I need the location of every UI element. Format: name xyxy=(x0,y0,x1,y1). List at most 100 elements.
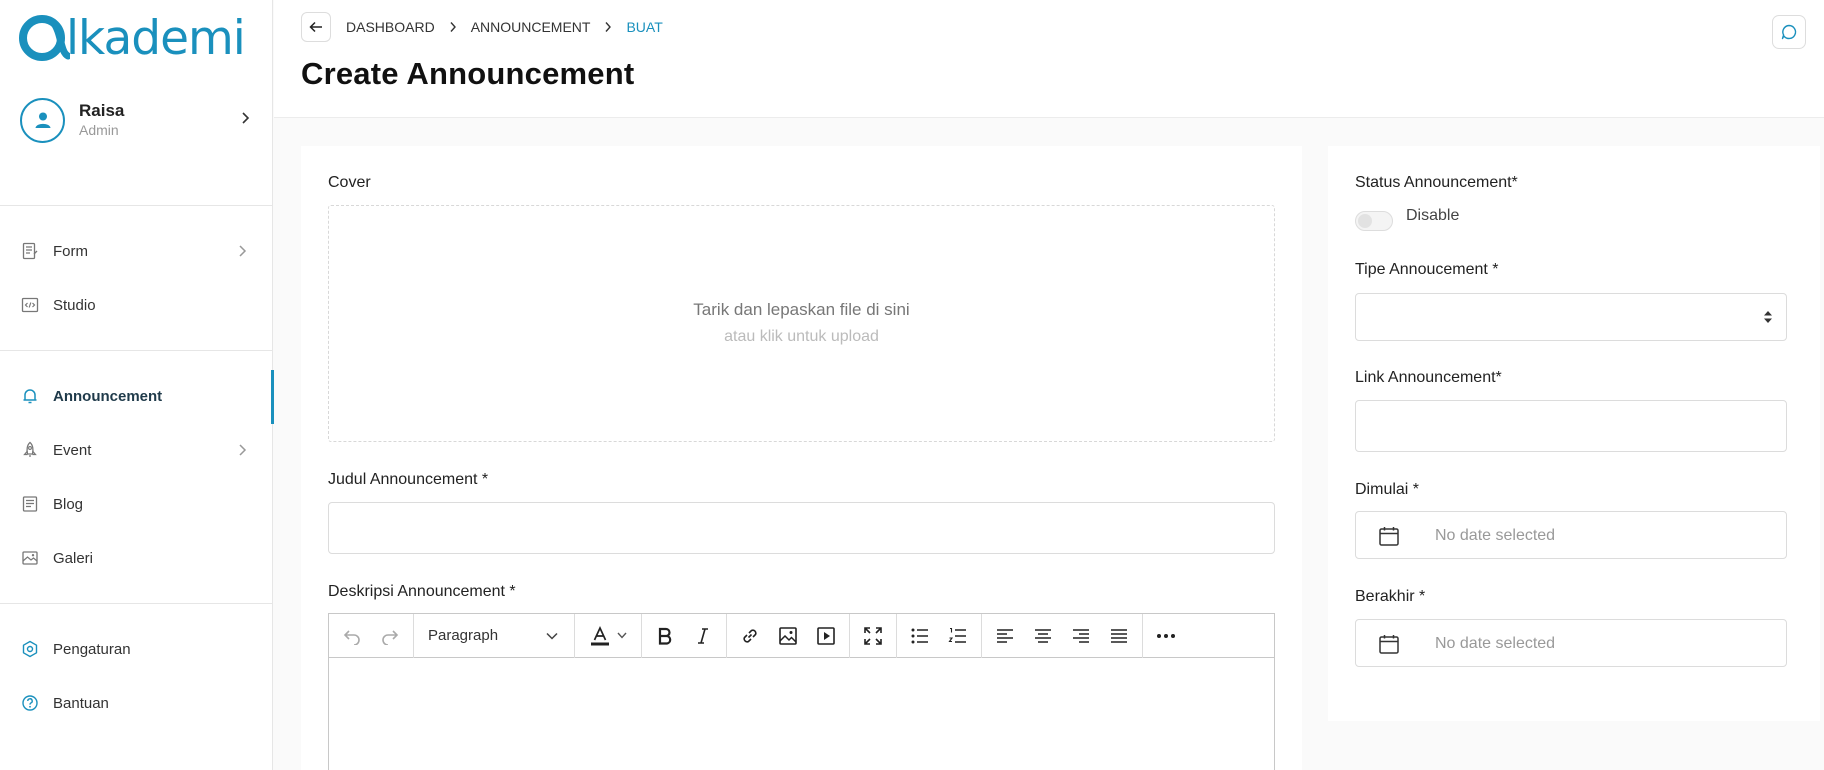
logo-mark xyxy=(18,12,72,64)
bell-icon xyxy=(21,387,39,405)
end-date-placeholder: No date selected xyxy=(1435,635,1556,652)
editor-content-area[interactable] xyxy=(329,658,1274,770)
dropzone-subtext: atau klik untuk upload xyxy=(724,328,879,345)
side-settings-card: Status Announcement* Disable Tipe Annouc… xyxy=(1328,146,1820,721)
sidebar-divider xyxy=(0,603,273,604)
chat-button[interactable] xyxy=(1772,15,1806,49)
status-toggle[interactable] xyxy=(1355,211,1393,231)
sidebar-item-label: Galeri xyxy=(53,549,94,567)
calendar-icon xyxy=(1379,635,1399,654)
sidebar-item-announcement[interactable]: Announcement xyxy=(0,370,274,424)
chevron-down-icon xyxy=(546,632,558,640)
more-options-button[interactable] xyxy=(1147,619,1185,653)
align-center-button[interactable] xyxy=(1024,619,1062,653)
page-header: DASHBOARD ANNOUNCEMENT BUAT Create Annou… xyxy=(274,0,1824,118)
chevron-right-icon xyxy=(240,111,250,130)
sidebar: lkademi Raisa Admin Form Studio Announce… xyxy=(0,0,274,770)
logo-text: lkademi xyxy=(66,10,246,66)
page-title: Create Announcement xyxy=(301,56,635,91)
sidebar-item-label: Form xyxy=(53,242,88,260)
sidebar-item-galeri[interactable]: Galeri xyxy=(0,538,273,578)
breadcrumb-buat: BUAT xyxy=(626,19,663,35)
align-justify-button[interactable] xyxy=(1100,619,1138,653)
form-icon xyxy=(21,242,39,260)
help-icon xyxy=(21,694,39,712)
editor-toolbar: Paragraph xyxy=(329,613,1274,658)
user-name: Raisa xyxy=(79,100,125,120)
chevron-right-icon xyxy=(604,21,612,33)
sidebar-item-studio[interactable]: Studio xyxy=(0,285,273,325)
start-date-label: Dimulai * xyxy=(1355,481,1420,498)
user-role: Admin xyxy=(79,122,119,139)
chevron-right-icon xyxy=(238,443,247,462)
align-left-button[interactable] xyxy=(986,619,1024,653)
type-select[interactable] xyxy=(1355,293,1787,341)
blog-icon xyxy=(21,495,39,513)
sidebar-item-label: Studio xyxy=(53,296,96,314)
breadcrumb-announcement[interactable]: ANNOUNCEMENT xyxy=(471,19,591,35)
settings-icon xyxy=(21,640,39,658)
cover-label: Cover xyxy=(328,174,371,191)
toggle-knob xyxy=(1358,214,1372,228)
cover-dropzone[interactable]: Tarik dan lepaskan file di sini atau kli… xyxy=(328,205,1275,442)
sidebar-item-form[interactable]: Form xyxy=(0,231,273,271)
redo-icon xyxy=(382,629,399,645)
sidebar-item-label: Blog xyxy=(53,495,84,513)
align-center-icon xyxy=(1035,628,1051,643)
block-format-value: Paragraph xyxy=(428,627,499,644)
bullet-list-button[interactable] xyxy=(901,619,939,653)
breadcrumb-dashboard[interactable]: DASHBOARD xyxy=(346,19,435,35)
link-button[interactable] xyxy=(731,619,769,653)
block-format-select[interactable]: Paragraph xyxy=(418,619,570,653)
title-input[interactable] xyxy=(328,502,1275,554)
breadcrumb: DASHBOARD ANNOUNCEMENT BUAT xyxy=(346,19,663,35)
sidebar-item-blog[interactable]: Blog xyxy=(0,484,273,524)
sidebar-item-label: Announcement xyxy=(53,387,163,405)
fullscreen-button[interactable] xyxy=(854,619,892,653)
align-left-icon xyxy=(997,628,1013,643)
description-label: Deskripsi Announcement * xyxy=(328,583,516,600)
avatar xyxy=(20,97,65,143)
end-date-label: Berakhir * xyxy=(1355,588,1426,605)
gallery-icon xyxy=(21,549,39,567)
rocket-icon xyxy=(21,441,39,459)
chat-icon xyxy=(1781,24,1797,40)
numbered-list-icon xyxy=(948,627,966,643)
align-right-icon xyxy=(1073,628,1089,643)
chevron-right-icon xyxy=(449,21,457,33)
sidebar-item-pengaturan[interactable]: Pengaturan xyxy=(0,629,273,669)
image-button[interactable] xyxy=(769,619,807,653)
undo-button[interactable] xyxy=(333,619,371,653)
sort-arrows-icon xyxy=(1764,311,1772,323)
chevron-right-icon xyxy=(238,244,247,263)
start-date-picker[interactable]: No date selected xyxy=(1355,511,1787,559)
sidebar-item-label: Pengaturan xyxy=(53,640,131,658)
status-label: Status Announcement* xyxy=(1355,174,1518,191)
sidebar-divider xyxy=(0,350,273,351)
title-label: Judul Announcement * xyxy=(328,471,489,488)
sidebar-item-bantuan[interactable]: Bantuan xyxy=(0,683,273,723)
bold-button[interactable] xyxy=(646,619,684,653)
align-justify-icon xyxy=(1111,628,1127,643)
user-profile[interactable]: Raisa Admin xyxy=(20,97,250,143)
start-date-placeholder: No date selected xyxy=(1435,527,1556,544)
bold-icon xyxy=(658,627,672,645)
back-button[interactable] xyxy=(301,12,331,42)
video-button[interactable] xyxy=(807,619,845,653)
more-icon xyxy=(1157,633,1175,638)
text-color-button[interactable] xyxy=(579,619,637,653)
sidebar-item-event[interactable]: Event xyxy=(0,430,273,470)
logo[interactable]: lkademi xyxy=(18,10,246,66)
numbered-list-button[interactable] xyxy=(939,619,977,653)
undo-icon xyxy=(343,629,360,645)
chevron-down-icon xyxy=(617,632,627,639)
rich-text-editor: Paragraph xyxy=(328,613,1275,770)
user-icon xyxy=(35,112,50,128)
italic-button[interactable] xyxy=(684,619,722,653)
align-right-button[interactable] xyxy=(1062,619,1100,653)
link-input[interactable] xyxy=(1355,400,1787,452)
italic-icon xyxy=(698,627,708,644)
fullscreen-icon xyxy=(864,626,882,645)
redo-button[interactable] xyxy=(371,619,409,653)
end-date-picker[interactable]: No date selected xyxy=(1355,619,1787,667)
